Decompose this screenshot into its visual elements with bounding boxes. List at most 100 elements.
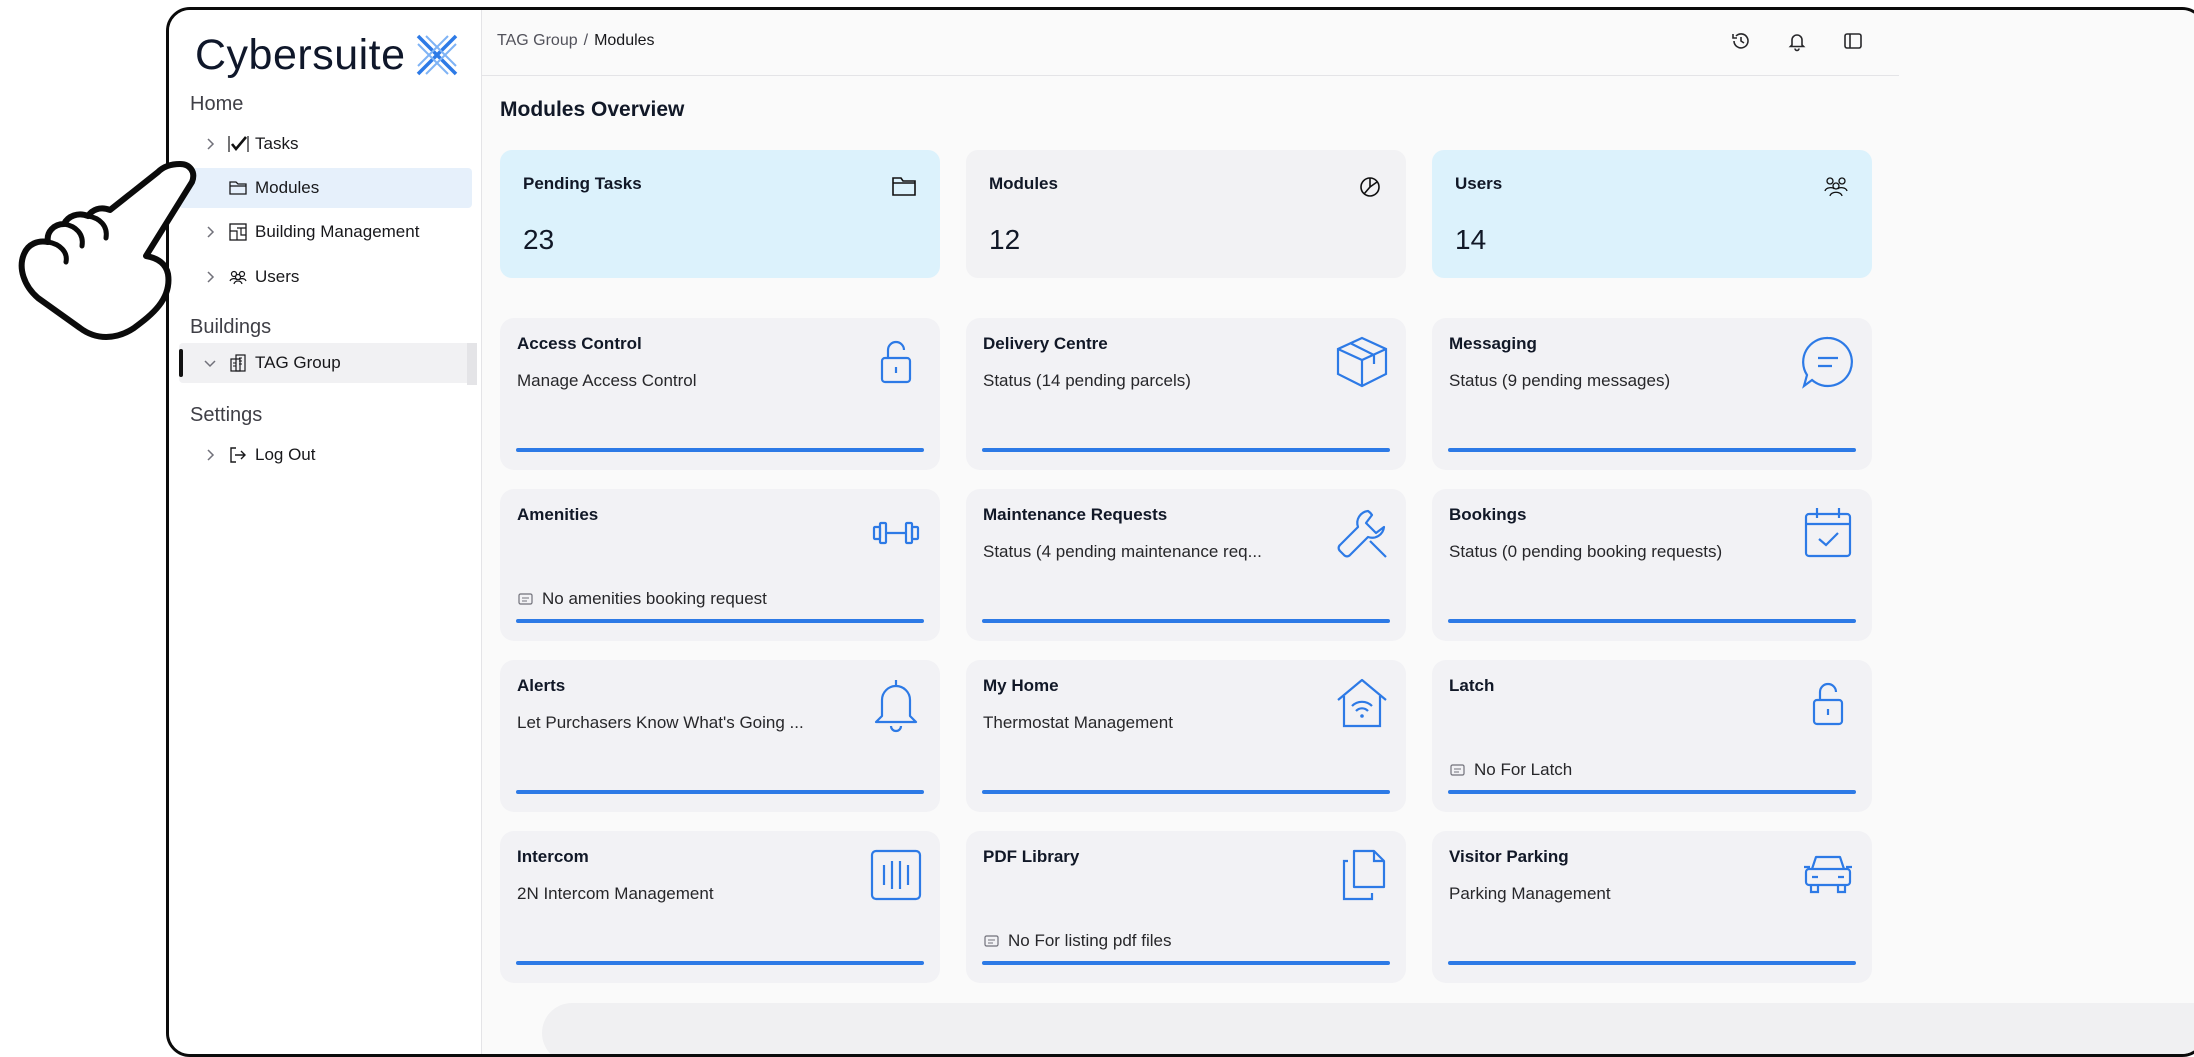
module-note: No For listing pdf files bbox=[983, 931, 1171, 951]
module-accent-bar bbox=[982, 961, 1390, 965]
page-title: Modules Overview bbox=[500, 98, 685, 121]
breadcrumb-root[interactable]: TAG Group bbox=[497, 32, 578, 50]
module-card-intercom[interactable]: Intercom 2N Intercom Management bbox=[500, 831, 940, 983]
module-subtitle: Parking Management bbox=[1449, 884, 1611, 903]
module-card-messaging[interactable]: Messaging Status (9 pending messages) bbox=[1432, 318, 1872, 470]
module-subtitle: Status (14 pending parcels) bbox=[983, 371, 1191, 390]
floor-plan-icon bbox=[227, 221, 249, 243]
comment-icon bbox=[518, 592, 533, 605]
module-card-latch[interactable]: Latch No For Latch bbox=[1432, 660, 1872, 812]
files-icon bbox=[1342, 849, 1386, 901]
sidebar-item-users[interactable]: Users bbox=[179, 257, 472, 297]
module-accent-bar bbox=[982, 790, 1390, 794]
module-card-alerts[interactable]: Alerts Let Purchasers Know What's Going … bbox=[500, 660, 940, 812]
message-icon bbox=[1802, 336, 1853, 389]
checkmark-icon bbox=[227, 133, 249, 155]
app-window: Cybersuite Home Tasks Modules Building M… bbox=[166, 7, 2194, 1057]
module-accent-bar bbox=[982, 619, 1390, 623]
stat-card-pending-tasks[interactable]: Pending Tasks 23 bbox=[500, 150, 940, 278]
chevron-right-icon bbox=[199, 133, 221, 155]
section-home: Home bbox=[190, 93, 244, 115]
sidebar-toggle-icon[interactable] bbox=[1842, 30, 1864, 52]
chevron-right-icon bbox=[199, 266, 221, 288]
module-accent-bar bbox=[1448, 790, 1856, 794]
module-subtitle: Status (9 pending messages) bbox=[1449, 371, 1671, 390]
unlock-icon bbox=[880, 340, 912, 384]
module-subtitle: Let Purchasers Know What's Going ... bbox=[517, 713, 804, 732]
sidebar-item-tasks[interactable]: Tasks bbox=[179, 124, 472, 164]
dumbbell-icon bbox=[872, 521, 920, 545]
module-title: Delivery Centre bbox=[983, 334, 1108, 353]
module-subtitle: Status (0 pending booking requests) bbox=[1449, 542, 1723, 561]
module-subtitle: Status (4 pending maintenance req... bbox=[983, 542, 1262, 561]
users-icon bbox=[227, 266, 249, 288]
module-card-bookings[interactable]: Bookings Status (0 pending booking reque… bbox=[1432, 489, 1872, 641]
module-title: Amenities bbox=[517, 505, 599, 524]
wrench-icon bbox=[1337, 509, 1387, 558]
intercom-icon bbox=[870, 849, 922, 901]
pointing-hand-icon bbox=[18, 161, 197, 340]
module-title: My Home bbox=[983, 676, 1059, 695]
module-note: No For Latch bbox=[1449, 760, 1572, 780]
module-subtitle: Thermostat Management bbox=[983, 713, 1173, 732]
stat-title: Pending Tasks bbox=[523, 174, 642, 193]
pie-chart-icon bbox=[1360, 177, 1380, 197]
module-title: Intercom bbox=[517, 847, 589, 866]
folder-icon bbox=[227, 177, 249, 199]
sidebar-item-modules[interactable]: Modules bbox=[179, 168, 472, 208]
module-accent-bar bbox=[516, 961, 924, 965]
sidebar-item-label: Tasks bbox=[255, 134, 299, 153]
breadcrumb-current: Modules bbox=[594, 32, 655, 49]
module-title: Maintenance Requests bbox=[983, 505, 1168, 524]
log-out-icon bbox=[227, 444, 249, 466]
module-title: Latch bbox=[1449, 676, 1495, 695]
top-bar-actions bbox=[1730, 30, 1864, 52]
module-card-pdf-library[interactable]: PDF Library No For listing pdf files bbox=[966, 831, 1406, 983]
module-subtitle: Manage Access Control bbox=[517, 371, 697, 390]
module-subtitle: 2N Intercom Management bbox=[517, 884, 714, 903]
comment-icon bbox=[984, 934, 999, 947]
bell-icon[interactable] bbox=[1786, 30, 1808, 52]
stat-card-modules[interactable]: Modules 12 bbox=[966, 150, 1406, 278]
module-title: Bookings bbox=[1449, 505, 1527, 524]
stat-value: 14 bbox=[1455, 224, 1487, 255]
sidebar-item-label: Users bbox=[255, 267, 300, 286]
module-note-text: No For listing pdf files bbox=[1008, 931, 1172, 950]
sidebar-scroll-indicator bbox=[467, 343, 477, 385]
module-accent-bar bbox=[982, 448, 1390, 452]
home-wifi-icon bbox=[1337, 678, 1387, 728]
sidebar-item-log-out[interactable]: Log Out bbox=[179, 435, 472, 475]
brand-logo[interactable]: Cybersuite bbox=[195, 26, 462, 84]
module-accent-bar bbox=[1448, 448, 1856, 452]
module-card-my-home[interactable]: My Home Thermostat Management bbox=[966, 660, 1406, 812]
module-card-delivery-centre[interactable]: Delivery Centre Status (14 pending parce… bbox=[966, 318, 1406, 470]
bell-icon bbox=[874, 680, 918, 733]
top-bar: TAG Group / Modules bbox=[482, 10, 1899, 76]
module-title: Access Control bbox=[517, 334, 642, 353]
module-title: Visitor Parking bbox=[1449, 847, 1569, 866]
users-icon bbox=[1824, 177, 1848, 197]
stat-value: 23 bbox=[523, 224, 555, 255]
section-buildings: Buildings bbox=[190, 316, 272, 338]
chevron-right-icon bbox=[199, 177, 221, 199]
building-icon bbox=[227, 352, 249, 374]
comment-icon bbox=[1450, 763, 1465, 776]
stat-card-users[interactable]: Users 14 bbox=[1432, 150, 1872, 278]
unlock-icon bbox=[1812, 682, 1844, 726]
chevron-right-icon bbox=[199, 444, 221, 466]
module-accent-bar bbox=[516, 619, 924, 623]
chevron-down-icon bbox=[199, 352, 221, 374]
sidebar-item-building-management[interactable]: Building Management bbox=[179, 212, 472, 252]
module-card-amenities[interactable]: Amenities No amenities booking request bbox=[500, 489, 940, 641]
sidebar: Cybersuite Home Tasks Modules Building M… bbox=[169, 10, 482, 1054]
sidebar-item-label: Modules bbox=[255, 178, 320, 197]
sidebar-item-tag-group[interactable]: TAG Group bbox=[179, 343, 472, 383]
breadcrumb-separator: / bbox=[583, 32, 589, 49]
folder-icon bbox=[892, 177, 916, 196]
module-card-maintenance-requests[interactable]: Maintenance Requests Status (4 pending m… bbox=[966, 489, 1406, 641]
module-note: No amenities booking request bbox=[517, 589, 767, 609]
cybersuite-x-icon bbox=[416, 34, 457, 76]
module-card-visitor-parking[interactable]: Visitor Parking Parking Management bbox=[1432, 831, 1872, 983]
module-card-access-control[interactable]: Access Control Manage Access Control bbox=[500, 318, 940, 470]
history-icon[interactable] bbox=[1730, 30, 1752, 52]
